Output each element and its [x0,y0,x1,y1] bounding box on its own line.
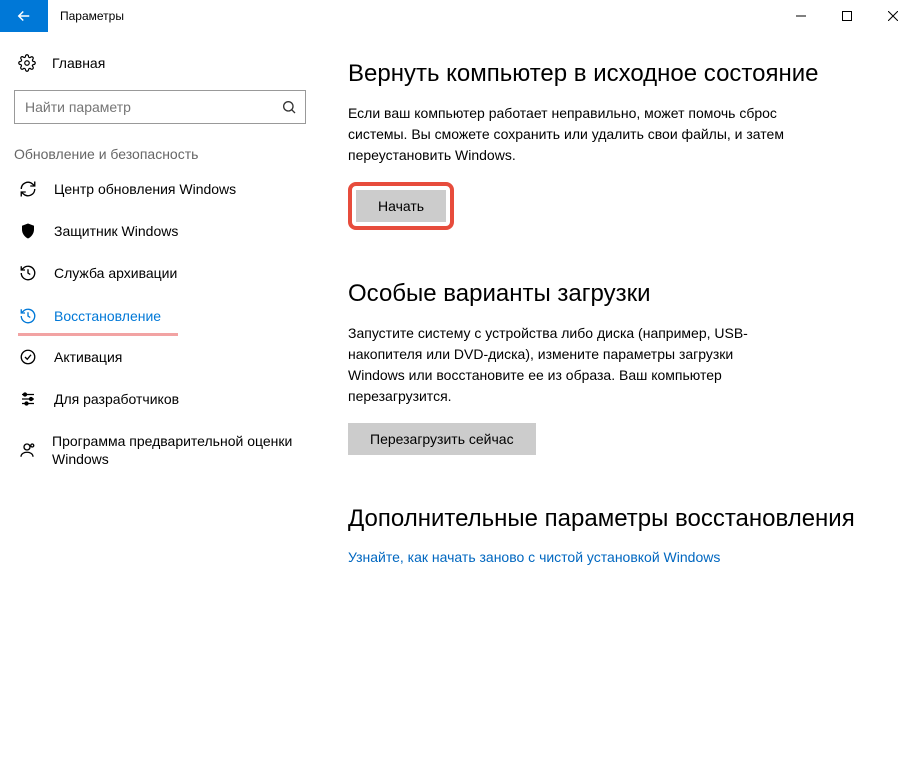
home-label: Главная [52,55,105,71]
minimize-button[interactable] [778,0,824,32]
check-circle-icon [18,348,38,366]
search-input-wrap[interactable] [14,90,306,124]
arrow-left-icon [15,7,33,25]
search-icon [281,99,297,115]
search-input[interactable] [25,99,273,115]
highlight-frame: Начать [348,182,454,230]
advanced-boot-section: Особые варианты загрузки Запустите систе… [348,278,876,455]
more-recovery-section: Дополнительные параметры восстановления … [348,503,876,564]
close-icon [888,11,898,21]
titlebar: Параметры [0,0,916,32]
nav-developers[interactable]: Для разработчиков [0,378,320,420]
person-icon [18,441,36,459]
fresh-start-link[interactable]: Узнайте, как начать заново с чистой уста… [348,549,720,565]
nav-label: Программа предварительной оценки Windows [52,432,302,468]
sync-icon [18,180,38,198]
nav-activation[interactable]: Активация [0,336,320,378]
nav-label: Центр обновления Windows [54,180,236,198]
nav-label: Для разработчиков [54,390,179,408]
restart-now-button[interactable]: Перезагрузить сейчас [348,423,536,455]
shield-icon [18,222,38,240]
advanced-boot-heading: Особые варианты загрузки [348,278,876,309]
back-button[interactable] [0,0,48,32]
nav-backup[interactable]: Служба архивации [0,252,320,294]
nav-windows-update[interactable]: Центр обновления Windows [0,168,320,210]
minimize-icon [796,11,806,21]
maximize-button[interactable] [824,0,870,32]
nav-label: Восстановление [54,307,161,325]
reset-heading: Вернуть компьютер в исходное состояние [348,58,876,89]
nav-group-label: Обновление и безопасность [0,136,320,168]
reset-section: Вернуть компьютер в исходное состояние Е… [348,58,876,230]
nav-recovery[interactable]: Восстановление [0,295,320,337]
gear-icon [18,54,36,72]
advanced-boot-description: Запустите систему с устройства либо диск… [348,323,788,407]
window-title: Параметры [48,0,778,32]
nav-insider[interactable]: Программа предварительной оценки Windows [0,420,320,480]
nav-label: Служба архивации [54,264,177,282]
nav-label: Активация [54,348,122,366]
history-icon [18,264,38,282]
reset-description: Если ваш компьютер работает неправильно,… [348,103,788,166]
close-button[interactable] [870,0,916,32]
more-recovery-heading: Дополнительные параметры восстановления [348,503,876,534]
maximize-icon [842,11,852,21]
main-content: Вернуть компьютер в исходное состояние Е… [320,32,916,777]
sliders-icon [18,390,38,408]
nav-defender[interactable]: Защитник Windows [0,210,320,252]
reset-start-button[interactable]: Начать [356,190,446,222]
home-nav[interactable]: Главная [0,44,320,82]
nav-label: Защитник Windows [54,222,178,240]
window-controls [778,0,916,32]
sidebar: Главная Обновление и безопасность Центр … [0,32,320,777]
recovery-icon [18,307,38,325]
